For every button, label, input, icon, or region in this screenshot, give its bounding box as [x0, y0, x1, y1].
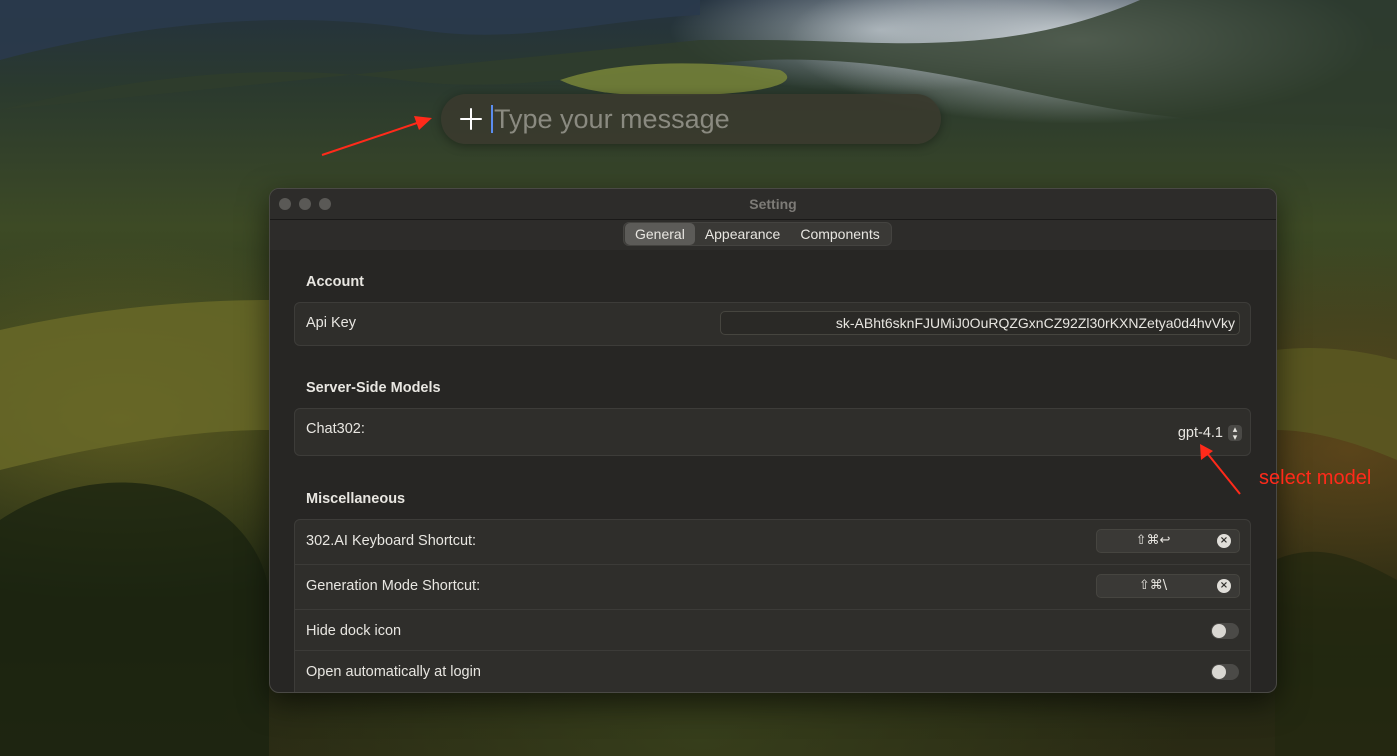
api-key-row: Api Key	[295, 303, 1250, 347]
generation-shortcut-label: Generation Mode Shortcut:	[306, 578, 481, 594]
toggle-knob	[1212, 624, 1226, 638]
plus-icon[interactable]	[456, 104, 486, 134]
server-models-heading: Server-Side Models	[306, 380, 441, 396]
tab-bar: General Appearance Components	[623, 222, 892, 246]
model-select[interactable]: gpt-4.1 ▴ ▾	[1177, 425, 1242, 442]
hide-dock-label: Hide dock icon	[306, 623, 402, 639]
generation-shortcut-recorder[interactable]: ⇧⌘\ ×	[1096, 574, 1240, 598]
open-login-toggle[interactable]	[1211, 664, 1239, 680]
title-bar[interactable]: Setting	[270, 189, 1276, 220]
open-login-label: Open automatically at login	[306, 664, 481, 680]
chat302-row: Chat302: gpt-4.1 ▴ ▾	[295, 409, 1250, 453]
select-model-annotation: select model	[1259, 467, 1372, 489]
tab-appearance[interactable]: Appearance	[695, 223, 791, 245]
settings-window: Setting General Appearance Components Ac…	[269, 188, 1277, 693]
hide-dock-toggle[interactable]	[1211, 623, 1239, 639]
hide-dock-row: Hide dock icon	[295, 609, 1250, 654]
misc-card: 302.AI Keyboard Shortcut: ⇧⌘↩ × Generati…	[294, 519, 1251, 692]
tab-general[interactable]: General	[625, 223, 695, 245]
api-key-field[interactable]	[720, 311, 1240, 335]
updown-chevron-icon: ▴ ▾	[1228, 425, 1242, 442]
account-heading: Account	[306, 274, 364, 290]
models-card: Chat302: gpt-4.1 ▴ ▾	[294, 408, 1251, 456]
window-title: Setting	[749, 196, 797, 212]
keyboard-shortcut-keys: ⇧⌘↩	[1135, 533, 1171, 548]
open-login-row: Open automatically at login	[295, 650, 1250, 692]
generation-shortcut-keys: ⇧⌘\	[1138, 578, 1168, 593]
clear-shortcut-icon[interactable]: ×	[1217, 579, 1231, 593]
tab-strip: General Appearance Components	[270, 220, 1276, 250]
misc-heading: Miscellaneous	[306, 491, 406, 507]
chat302-label: Chat302:	[306, 421, 365, 437]
message-input[interactable]	[493, 103, 914, 135]
keyboard-shortcut-label: 302.AI Keyboard Shortcut:	[306, 533, 477, 549]
keyboard-shortcut-recorder[interactable]: ⇧⌘↩ ×	[1096, 529, 1240, 553]
keyboard-shortcut-row: 302.AI Keyboard Shortcut: ⇧⌘↩ ×	[295, 520, 1250, 564]
api-key-label: Api Key	[306, 315, 356, 331]
generation-shortcut-row: Generation Mode Shortcut: ⇧⌘\ ×	[295, 564, 1250, 609]
toggle-knob	[1212, 665, 1226, 679]
tab-components[interactable]: Components	[790, 223, 889, 245]
account-card: Api Key	[294, 302, 1251, 346]
clear-shortcut-icon[interactable]: ×	[1217, 534, 1231, 548]
message-bar	[441, 94, 941, 144]
settings-content: Account Api Key Server-Side Models Chat3…	[270, 251, 1276, 692]
model-select-value: gpt-4.1	[1177, 425, 1223, 441]
